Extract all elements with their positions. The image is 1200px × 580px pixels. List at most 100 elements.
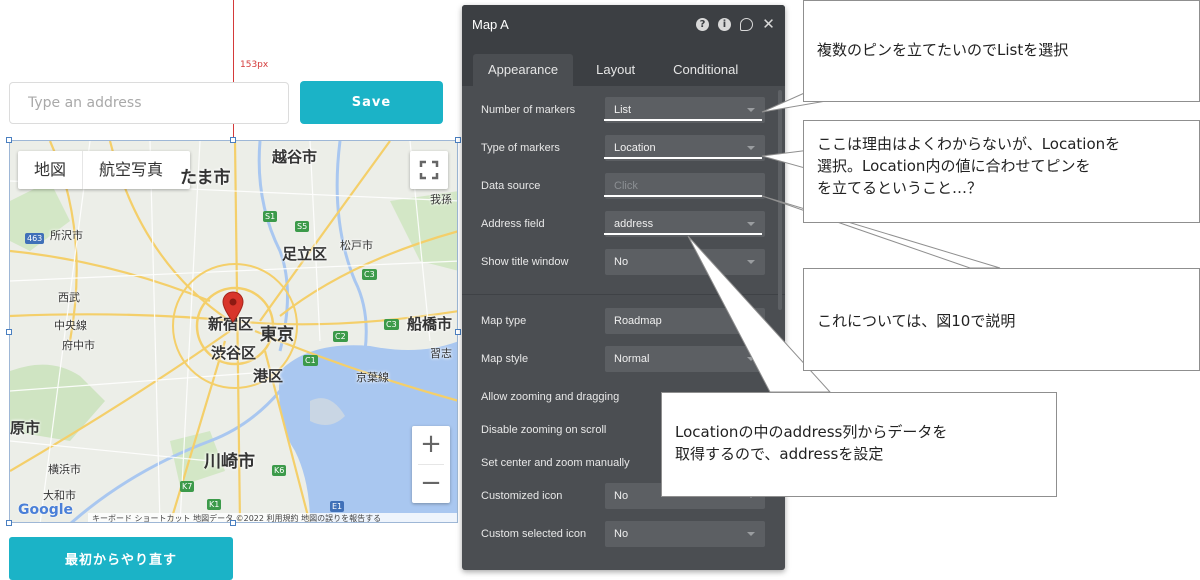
width-guide-label: 153px	[240, 60, 269, 70]
panel-header: Map A ? i ✕	[462, 5, 785, 43]
map-type-roadmap[interactable]: 地図	[18, 151, 82, 189]
prop-show-title-window: Show title window No	[481, 248, 766, 276]
map-type-dropdown[interactable]: Roadmap	[605, 308, 765, 334]
field-placeholder: Click	[614, 180, 638, 192]
chevron-down-icon	[747, 108, 755, 112]
info-icon[interactable]: i	[718, 17, 731, 31]
chevron-down-icon	[747, 532, 755, 536]
prop-label: Customized icon	[481, 490, 563, 502]
close-icon[interactable]: ✕	[762, 16, 775, 31]
map-label: 中央線	[54, 319, 87, 332]
prop-label: Data source	[481, 180, 541, 192]
show-title-window-dropdown[interactable]: No	[605, 249, 765, 275]
fullscreen-icon	[419, 160, 439, 180]
google-map[interactable]: 地図 航空写真 たま市 越谷市 所沢市 足立区 松戸市 新宿区 東京 船橋市 渋…	[9, 140, 458, 523]
callout-text: 取得するので、addressを設定	[675, 445, 884, 463]
map-label: 船橋市	[407, 315, 453, 333]
zoom-out-button[interactable]: −	[412, 465, 450, 503]
map-label: 府中市	[62, 339, 95, 352]
save-button[interactable]: Save	[300, 81, 443, 124]
callout-text: を立てるということ…？	[817, 179, 983, 197]
fullscreen-button[interactable]	[410, 151, 448, 189]
route-shield: C2	[333, 331, 348, 342]
panel-scrollbar[interactable]	[778, 90, 782, 310]
map-label: 京葉線	[356, 371, 389, 384]
map-label: 東京	[260, 325, 294, 345]
chevron-down-icon	[747, 357, 755, 361]
route-shield: C3	[384, 319, 399, 330]
callout-text: 複数のピンを立てたいのでListを選択	[817, 41, 1069, 59]
tab-layout[interactable]: Layout	[581, 54, 650, 86]
callout-list: 複数のピンを立てたいのでListを選択	[803, 0, 1200, 102]
dropdown-value: List	[614, 104, 632, 116]
resize-handle[interactable]	[455, 137, 461, 143]
chevron-down-icon	[747, 146, 755, 150]
callout-text: ここは理由はよくわからないが、Locationを	[817, 135, 1121, 153]
highlight-underline	[604, 119, 762, 121]
route-shield: C3	[362, 269, 377, 280]
question-icon[interactable]: ?	[696, 17, 709, 31]
map-label: たま市	[180, 168, 231, 188]
custom-selected-icon-dropdown[interactable]: No	[605, 521, 765, 547]
dropdown-value: No	[614, 490, 629, 502]
resize-handle[interactable]	[230, 520, 236, 526]
prop-label: Map type	[481, 315, 527, 327]
tab-appearance[interactable]: Appearance	[473, 54, 574, 86]
map-label: 我孫	[430, 193, 452, 206]
resize-handle[interactable]	[6, 329, 12, 335]
highlight-underline	[604, 195, 762, 197]
dropdown-value: Location	[614, 142, 656, 154]
map-label: 川崎市	[204, 452, 255, 472]
callout-text: 選択。Location内の値に合わせてピンを	[817, 157, 1091, 175]
address-input[interactable]	[9, 82, 289, 124]
callout-figure10: これについては、図10で説明	[803, 268, 1200, 371]
zoom-in-button[interactable]: +	[412, 426, 450, 464]
map-label: 原市	[10, 419, 41, 437]
prop-custom-selected-icon: Custom selected icon No	[481, 520, 766, 548]
route-shield: K7	[180, 481, 195, 492]
map-label: 港区	[253, 367, 284, 385]
section-divider	[462, 294, 785, 295]
map-label: 習志	[430, 347, 452, 360]
map-pin-icon[interactable]	[222, 291, 244, 323]
map-label: 大和市	[43, 489, 76, 502]
resize-handle[interactable]	[6, 520, 12, 526]
restart-button[interactable]: 最初からやり直す	[9, 537, 233, 580]
map-label: 足立区	[282, 245, 328, 263]
callout-text: Locationの中のaddress列からデータを	[675, 423, 948, 441]
route-shield: K1	[207, 499, 222, 510]
callout-address: Locationの中のaddress列からデータを 取得するので、address…	[661, 392, 1057, 497]
prop-label: Type of markers	[481, 142, 560, 154]
resize-handle[interactable]	[455, 329, 461, 335]
dropdown-value: No	[614, 528, 629, 540]
map-label: 所沢市	[50, 229, 83, 242]
map-style-dropdown[interactable]: Normal	[605, 346, 765, 372]
callout-text: これについては、図10で説明	[817, 312, 1016, 330]
route-shield: E1	[330, 501, 345, 512]
panel-tabs: Appearance Layout Conditional	[462, 43, 785, 86]
tab-conditional[interactable]: Conditional	[658, 54, 753, 86]
map-label: 越谷市	[272, 148, 318, 166]
dropdown-value: Normal	[614, 353, 650, 365]
screen: 153px Save	[0, 0, 1200, 580]
prop-label: Map style	[481, 353, 529, 365]
dropdown-value: address	[614, 218, 654, 230]
map-type-control: 地図 航空写真	[18, 151, 190, 189]
highlight-underline	[604, 157, 762, 159]
dropdown-value: Roadmap	[614, 315, 662, 327]
dropdown-value: No	[614, 256, 629, 268]
prop-label: Show title window	[481, 256, 569, 268]
map-label: 横浜市	[48, 463, 81, 476]
map-label: 松戸市	[340, 239, 373, 252]
resize-handle[interactable]	[230, 137, 236, 143]
map-type-satellite[interactable]: 航空写真	[83, 151, 179, 189]
callout-location: ここは理由はよくわからないが、Locationを 選択。Location内の値に…	[803, 120, 1200, 223]
map-attribution[interactable]: キーボード ショートカット 地図データ ©2022 利用規約 地図の誤りを報告す…	[88, 513, 457, 522]
route-shield: S1	[263, 211, 278, 222]
map-label: 渋谷区	[211, 344, 257, 362]
prop-map-type: Map type Roadmap	[481, 307, 766, 335]
route-shield: 463	[25, 233, 45, 244]
resize-handle[interactable]	[6, 137, 12, 143]
comment-icon[interactable]	[740, 17, 753, 31]
chevron-down-icon	[747, 260, 755, 264]
